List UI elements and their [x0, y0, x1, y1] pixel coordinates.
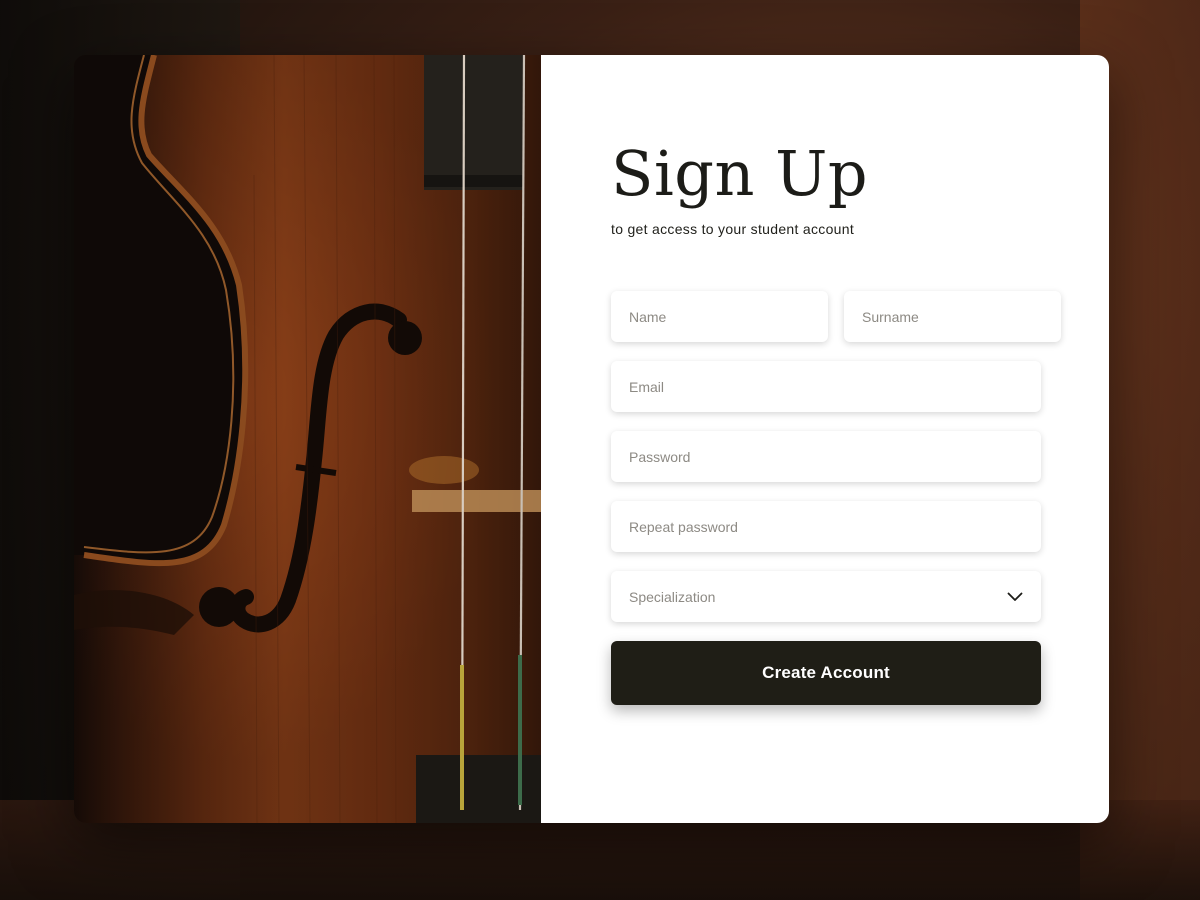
signup-card: Sign Up to get access to your student ac…	[74, 55, 1109, 823]
page-subtitle: to get access to your student account	[611, 221, 855, 237]
create-account-button[interactable]: Create Account	[611, 641, 1041, 705]
name-row	[611, 291, 1061, 342]
specialization-select[interactable]: Specialization	[611, 571, 1041, 622]
email-input[interactable]	[611, 361, 1041, 412]
repeat-password-row	[611, 501, 1041, 552]
page-title: Sign Up	[611, 137, 869, 210]
specialization-label: Specialization	[629, 588, 716, 605]
email-row	[611, 361, 1041, 412]
password-input[interactable]	[611, 431, 1041, 482]
violin-illustration	[74, 55, 541, 823]
violin-photo	[74, 55, 541, 823]
surname-input[interactable]	[844, 291, 1061, 342]
signup-fields: Specialization Create Account	[611, 291, 1061, 705]
password-row	[611, 431, 1041, 482]
name-input[interactable]	[611, 291, 828, 342]
chevron-down-icon	[1007, 589, 1023, 605]
signup-form-panel: Sign Up to get access to your student ac…	[541, 55, 1109, 823]
repeat-password-input[interactable]	[611, 501, 1041, 552]
